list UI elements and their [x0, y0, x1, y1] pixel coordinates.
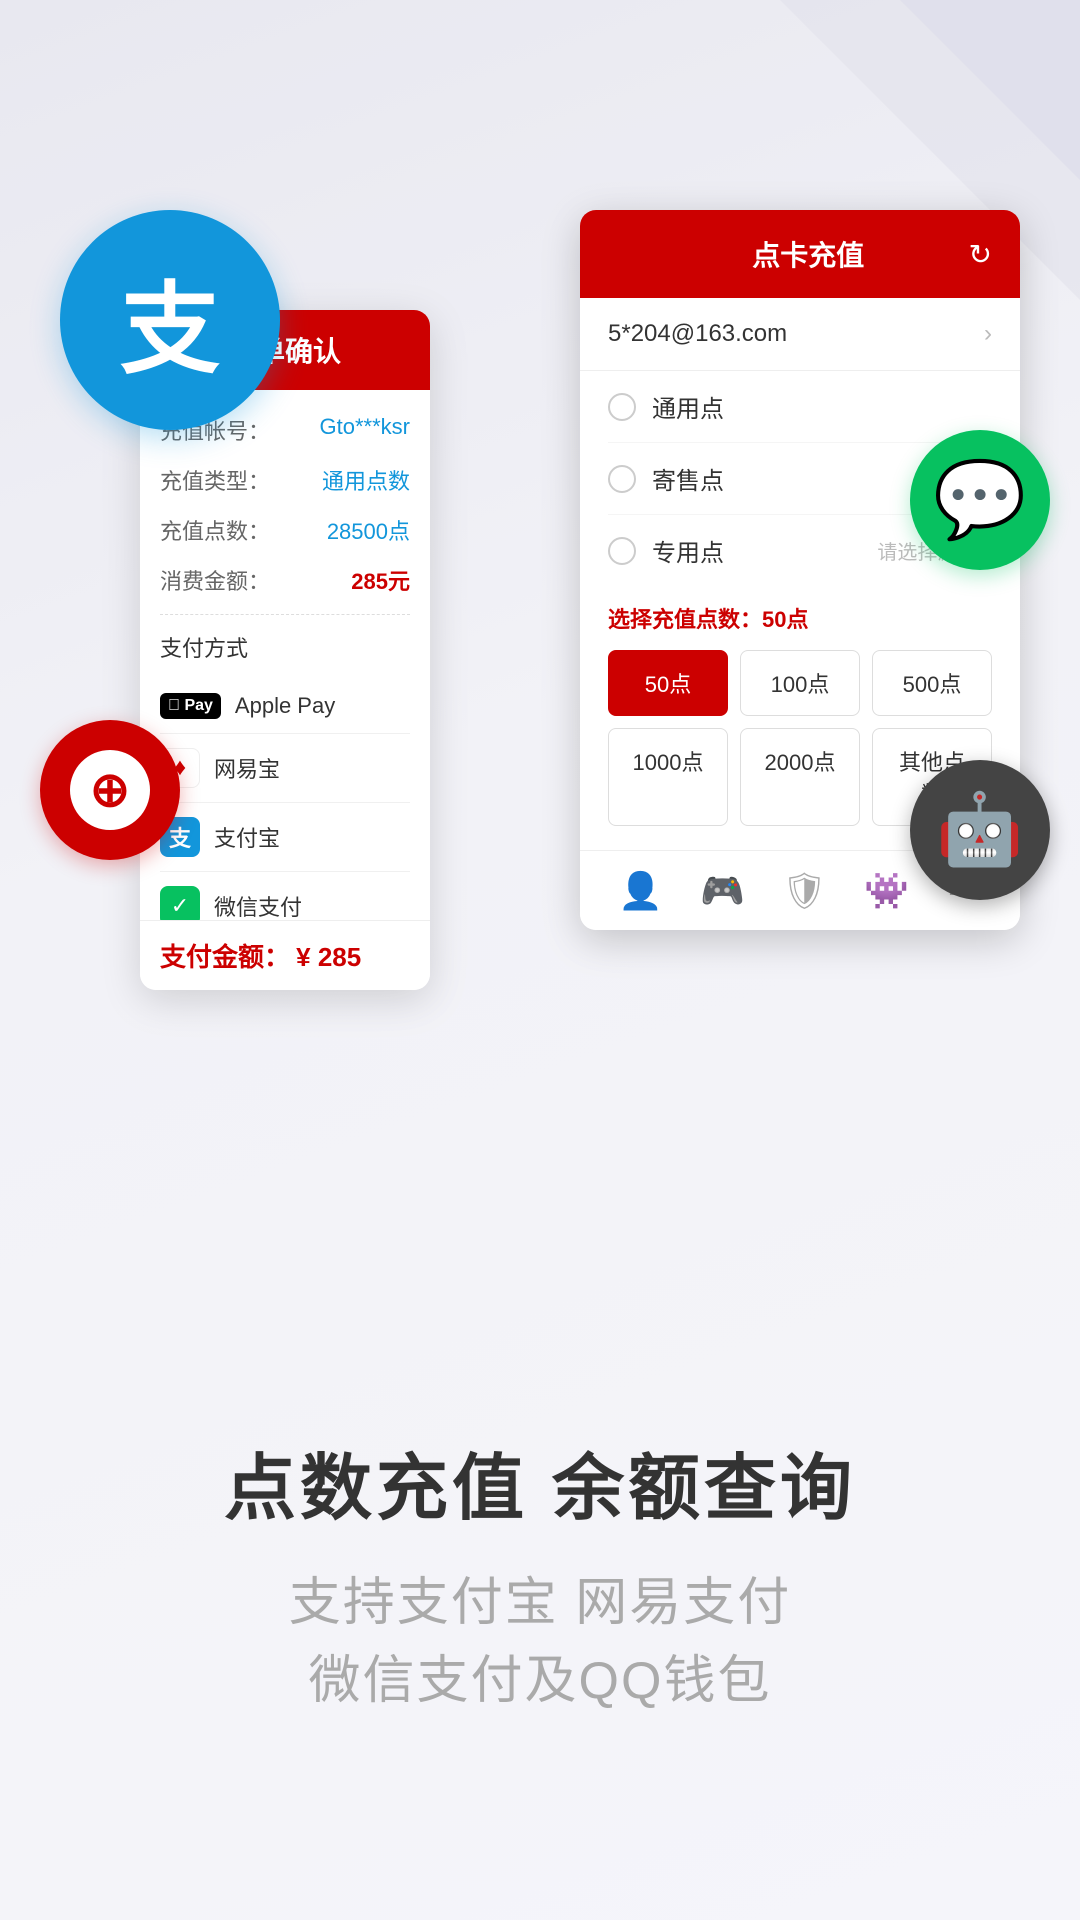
radio-circle-consignment — [608, 465, 636, 493]
alipay-method[interactable]: 支 支付宝 — [160, 803, 410, 872]
radio-circle-special — [608, 537, 636, 565]
points-select-label: 选择充值点数：50点 — [580, 586, 1020, 642]
headline-text: 点数充值 余额查询 — [60, 1429, 1020, 1534]
wechat-icon: 💬 — [933, 456, 1026, 544]
netease-logo: ⊕ — [40, 720, 180, 860]
points-btn-50[interactable]: 50点 — [608, 650, 728, 716]
apple-pay-icon-text:  Pay — [168, 697, 213, 714]
email-arrow-icon: › — [984, 320, 992, 348]
nav-icon-shield[interactable]: 🛡 — [782, 870, 828, 912]
points-label: 充值点数： — [160, 514, 270, 546]
android-logo: 🤖 — [910, 760, 1050, 900]
type-row: 充值类型： 通用点数 — [160, 464, 410, 496]
wechat-icon-symbol: ✓ — [171, 893, 189, 919]
radio-label-special: 专用点 — [652, 533, 877, 568]
total-label: 支付金额： — [160, 942, 290, 972]
wechat-label: 微信支付 — [214, 890, 302, 922]
email-text: 5*204@163.com — [608, 320, 787, 348]
nav-icon-character[interactable]: 👾 — [864, 870, 909, 912]
alipay-icon: 支 — [120, 248, 220, 393]
netease-logo-inner: ⊕ — [70, 750, 150, 830]
recharge-card-header: 点卡充值 ↻ — [580, 210, 1020, 298]
total-value: ¥ 285 — [296, 942, 361, 972]
points-value: 28500点 — [327, 514, 410, 546]
netease-symbol: ⊕ — [90, 762, 130, 818]
wechat-logo: 💬 — [910, 430, 1050, 570]
bg-decoration-2 — [900, 0, 1080, 180]
points-selected-value: 50点 — [762, 607, 808, 632]
points-btn-1000[interactable]: 1000点 — [608, 728, 728, 826]
netease-method[interactable]: ♦ 网易宝 — [160, 734, 410, 803]
ui-showcase-area: 支 ⊕ 💬 🤖 订单确认 充值帐号： Gto***ksr 充值类型： 通用点数 — [60, 160, 1020, 980]
recharge-card-title: 点卡充值 — [648, 234, 969, 274]
points-btn-100[interactable]: 100点 — [740, 650, 860, 716]
points-row: 充值点数： 28500点 — [160, 514, 410, 546]
refresh-icon[interactable]: ↻ — [969, 238, 992, 271]
subtext-line1: 支持支付宝 网易支付 — [60, 1564, 1020, 1642]
amount-label: 消费金额： — [160, 564, 270, 596]
netease-label: 网易宝 — [214, 752, 280, 784]
alipay-label: 支付宝 — [214, 821, 280, 853]
type-value: 通用点数 — [322, 464, 410, 496]
payment-section-label: 支付方式 — [160, 631, 410, 663]
nav-icon-profile[interactable]: 👤 — [618, 870, 663, 912]
radio-circle-general — [608, 393, 636, 421]
order-card-body: 充值帐号： Gto***ksr 充值类型： 通用点数 充值点数： 28500点 … — [140, 390, 430, 990]
points-select-text: 选择充值点数： — [608, 607, 762, 632]
payment-footer: 支付金额： ¥ 285 — [140, 920, 430, 990]
bottom-text-area: 点数充值 余额查询 支持支付宝 网易支付 微信支付及QQ钱包 — [0, 1429, 1080, 1720]
apple-pay-label: Apple Pay — [235, 693, 335, 719]
apple-pay-icon:  Pay — [160, 693, 221, 719]
amount-value: 285元 — [351, 564, 410, 596]
nav-icon-game[interactable]: 🎮 — [700, 870, 745, 912]
points-btn-500[interactable]: 500点 — [872, 650, 992, 716]
divider — [160, 614, 410, 615]
subtext-line2: 微信支付及QQ钱包 — [60, 1642, 1020, 1720]
radio-item-general[interactable]: 通用点 — [608, 371, 992, 443]
alipay-logo: 支 — [60, 210, 280, 430]
payment-total: 支付金额： ¥ 285 — [160, 937, 410, 974]
radio-label-general: 通用点 — [652, 389, 992, 424]
android-icon: 🤖 — [936, 789, 1023, 871]
amount-row: 消费金额： 285元 — [160, 564, 410, 596]
points-btn-2000[interactable]: 2000点 — [740, 728, 860, 826]
type-label: 充值类型： — [160, 464, 270, 496]
alipay-icon-symbol: 支 — [169, 821, 191, 853]
account-value: Gto***ksr — [320, 414, 410, 446]
email-row[interactable]: 5*204@163.com › — [580, 298, 1020, 371]
subtext: 支持支付宝 网易支付 微信支付及QQ钱包 — [60, 1564, 1020, 1720]
apple-pay-method[interactable]:  Pay Apple Pay — [160, 679, 410, 734]
